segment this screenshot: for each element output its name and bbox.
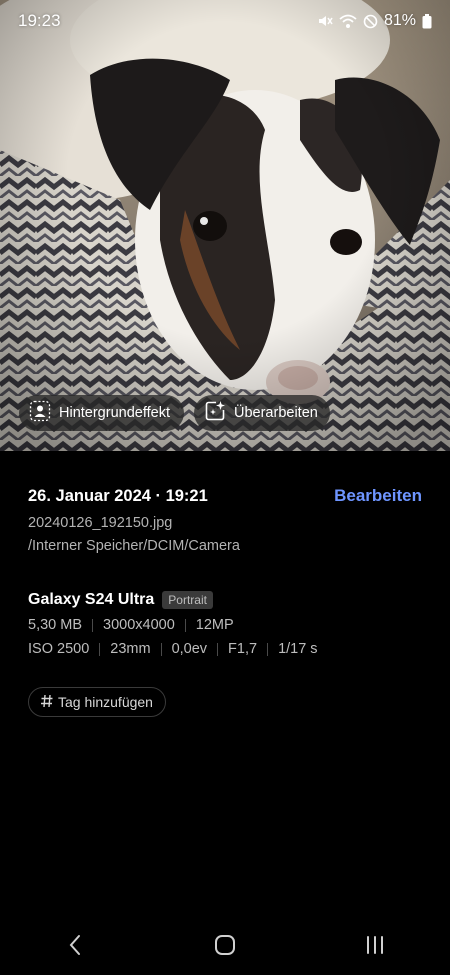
aperture: F1,7 (228, 641, 258, 657)
dog-photo (0, 0, 450, 451)
photo-view[interactable] (0, 0, 450, 451)
device-name: Galaxy S24 Ultra (28, 591, 155, 608)
file-name: 20240126_192150.jpg (28, 515, 173, 531)
file-size: 5,30 MB (28, 617, 82, 633)
do-not-disturb-icon (363, 14, 378, 29)
hash-icon (40, 694, 54, 711)
shutter-speed: 1/17 s (278, 641, 318, 657)
nav-back-button[interactable] (45, 923, 105, 973)
add-tag-button[interactable]: Tag hinzufügen (28, 687, 166, 717)
home-icon (214, 934, 236, 961)
rework-label: Überarbeiten (234, 405, 318, 421)
wifi-icon (339, 14, 357, 29)
details-panel: 26. Januar 2024 · 19:21 Bearbeiten 20240… (28, 486, 422, 717)
nav-home-button[interactable] (195, 923, 255, 973)
iso: ISO 2500 (28, 641, 90, 657)
sparkle-edit-icon (204, 400, 226, 426)
file-path[interactable]: /Interner Speicher/DCIM/Camera (28, 538, 422, 554)
exposure-info-row: ISO 2500 23mm 0,0ev F1,7 1/17 s (28, 641, 422, 657)
battery-percent: 81% (383, 12, 416, 29)
battery-icon (422, 13, 432, 29)
add-tag-label: Tag hinzufügen (58, 694, 153, 710)
focal-length: 23mm (110, 641, 151, 657)
status-time: 19:23 (18, 11, 61, 30)
resolution: 3000x4000 (103, 617, 175, 633)
mode-badge: Portrait (162, 591, 213, 609)
edit-details-button[interactable]: Bearbeiten (334, 486, 422, 506)
rework-button[interactable]: Überarbeiten (194, 395, 330, 431)
mute-icon (317, 13, 333, 29)
exposure-value: 0,0ev (171, 641, 208, 657)
back-icon (68, 934, 82, 961)
file-info-row: 5,30 MB 3000x4000 12MP (28, 617, 422, 633)
background-effect-button[interactable]: Hintergrundeffekt (19, 395, 184, 431)
photo-datetime: 26. Januar 2024 · 19:21 (28, 486, 208, 505)
megapixels: 12MP (195, 617, 234, 633)
status-bar: 19:23 81% (0, 0, 450, 42)
nav-recents-button[interactable] (345, 923, 405, 973)
background-effect-label: Hintergrundeffekt (59, 405, 170, 421)
portrait-effect-icon (29, 400, 51, 426)
recents-icon (365, 935, 385, 960)
navigation-bar (0, 920, 450, 975)
